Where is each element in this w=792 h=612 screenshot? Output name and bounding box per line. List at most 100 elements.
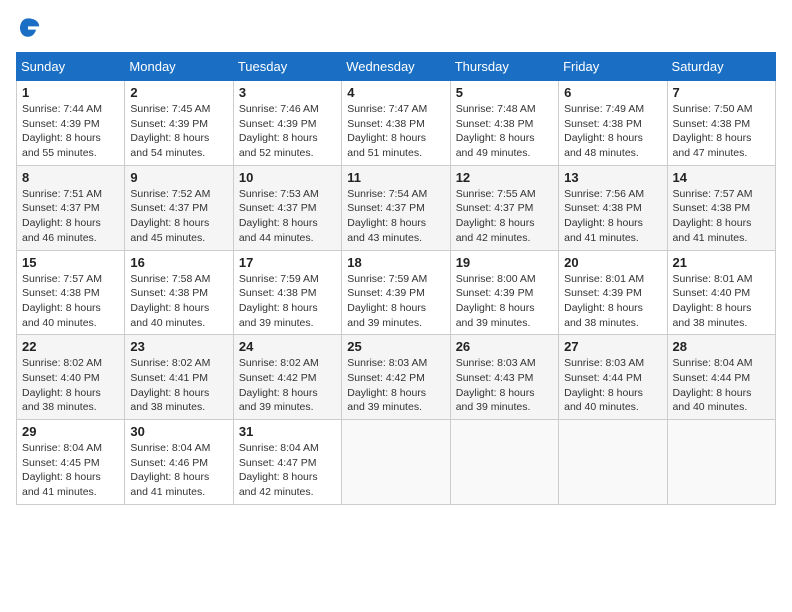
day-detail: Sunrise: 7:59 AM Sunset: 4:38 PM Dayligh…	[239, 272, 336, 331]
day-detail: Sunrise: 7:57 AM Sunset: 4:38 PM Dayligh…	[673, 187, 770, 246]
day-number: 19	[456, 255, 553, 270]
day-number: 29	[22, 424, 119, 439]
calendar-cell: 19 Sunrise: 8:00 AM Sunset: 4:39 PM Dayl…	[450, 250, 558, 335]
day-number: 3	[239, 85, 336, 100]
page-header	[16, 16, 776, 40]
day-detail: Sunrise: 7:52 AM Sunset: 4:37 PM Dayligh…	[130, 187, 227, 246]
calendar-cell	[450, 420, 558, 505]
day-detail: Sunrise: 7:51 AM Sunset: 4:37 PM Dayligh…	[22, 187, 119, 246]
day-detail: Sunrise: 7:47 AM Sunset: 4:38 PM Dayligh…	[347, 102, 444, 161]
calendar-cell: 15 Sunrise: 7:57 AM Sunset: 4:38 PM Dayl…	[17, 250, 125, 335]
day-number: 2	[130, 85, 227, 100]
day-detail: Sunrise: 7:45 AM Sunset: 4:39 PM Dayligh…	[130, 102, 227, 161]
weekday-header-wednesday: Wednesday	[342, 53, 450, 81]
logo	[16, 16, 44, 40]
calendar-cell: 6 Sunrise: 7:49 AM Sunset: 4:38 PM Dayli…	[559, 81, 667, 166]
calendar-cell: 16 Sunrise: 7:58 AM Sunset: 4:38 PM Dayl…	[125, 250, 233, 335]
calendar-cell: 7 Sunrise: 7:50 AM Sunset: 4:38 PM Dayli…	[667, 81, 775, 166]
day-detail: Sunrise: 8:02 AM Sunset: 4:41 PM Dayligh…	[130, 356, 227, 415]
calendar-cell: 28 Sunrise: 8:04 AM Sunset: 4:44 PM Dayl…	[667, 335, 775, 420]
day-detail: Sunrise: 8:04 AM Sunset: 4:44 PM Dayligh…	[673, 356, 770, 415]
calendar-cell: 22 Sunrise: 8:02 AM Sunset: 4:40 PM Dayl…	[17, 335, 125, 420]
day-number: 25	[347, 339, 444, 354]
day-detail: Sunrise: 7:49 AM Sunset: 4:38 PM Dayligh…	[564, 102, 661, 161]
day-detail: Sunrise: 8:01 AM Sunset: 4:39 PM Dayligh…	[564, 272, 661, 331]
calendar-cell: 8 Sunrise: 7:51 AM Sunset: 4:37 PM Dayli…	[17, 165, 125, 250]
day-number: 18	[347, 255, 444, 270]
day-number: 10	[239, 170, 336, 185]
day-number: 23	[130, 339, 227, 354]
day-number: 20	[564, 255, 661, 270]
calendar-cell: 25 Sunrise: 8:03 AM Sunset: 4:42 PM Dayl…	[342, 335, 450, 420]
day-number: 21	[673, 255, 770, 270]
day-number: 27	[564, 339, 661, 354]
day-detail: Sunrise: 8:02 AM Sunset: 4:42 PM Dayligh…	[239, 356, 336, 415]
day-detail: Sunrise: 7:54 AM Sunset: 4:37 PM Dayligh…	[347, 187, 444, 246]
calendar-cell: 26 Sunrise: 8:03 AM Sunset: 4:43 PM Dayl…	[450, 335, 558, 420]
calendar-cell: 17 Sunrise: 7:59 AM Sunset: 4:38 PM Dayl…	[233, 250, 341, 335]
calendar-cell: 2 Sunrise: 7:45 AM Sunset: 4:39 PM Dayli…	[125, 81, 233, 166]
day-detail: Sunrise: 7:59 AM Sunset: 4:39 PM Dayligh…	[347, 272, 444, 331]
day-detail: Sunrise: 8:04 AM Sunset: 4:45 PM Dayligh…	[22, 441, 119, 500]
day-number: 6	[564, 85, 661, 100]
day-detail: Sunrise: 7:58 AM Sunset: 4:38 PM Dayligh…	[130, 272, 227, 331]
calendar-cell: 20 Sunrise: 8:01 AM Sunset: 4:39 PM Dayl…	[559, 250, 667, 335]
day-number: 22	[22, 339, 119, 354]
day-detail: Sunrise: 7:55 AM Sunset: 4:37 PM Dayligh…	[456, 187, 553, 246]
day-detail: Sunrise: 7:57 AM Sunset: 4:38 PM Dayligh…	[22, 272, 119, 331]
day-detail: Sunrise: 8:00 AM Sunset: 4:39 PM Dayligh…	[456, 272, 553, 331]
calendar-cell: 11 Sunrise: 7:54 AM Sunset: 4:37 PM Dayl…	[342, 165, 450, 250]
calendar-cell: 21 Sunrise: 8:01 AM Sunset: 4:40 PM Dayl…	[667, 250, 775, 335]
calendar-cell: 1 Sunrise: 7:44 AM Sunset: 4:39 PM Dayli…	[17, 81, 125, 166]
calendar-table: SundayMondayTuesdayWednesdayThursdayFrid…	[16, 52, 776, 505]
calendar-cell	[342, 420, 450, 505]
day-number: 7	[673, 85, 770, 100]
calendar-cell: 5 Sunrise: 7:48 AM Sunset: 4:38 PM Dayli…	[450, 81, 558, 166]
day-detail: Sunrise: 7:46 AM Sunset: 4:39 PM Dayligh…	[239, 102, 336, 161]
day-number: 1	[22, 85, 119, 100]
day-number: 5	[456, 85, 553, 100]
day-number: 24	[239, 339, 336, 354]
calendar-cell: 14 Sunrise: 7:57 AM Sunset: 4:38 PM Dayl…	[667, 165, 775, 250]
day-number: 11	[347, 170, 444, 185]
day-number: 9	[130, 170, 227, 185]
day-detail: Sunrise: 7:53 AM Sunset: 4:37 PM Dayligh…	[239, 187, 336, 246]
day-number: 8	[22, 170, 119, 185]
day-detail: Sunrise: 7:44 AM Sunset: 4:39 PM Dayligh…	[22, 102, 119, 161]
weekday-header-friday: Friday	[559, 53, 667, 81]
weekday-header-saturday: Saturday	[667, 53, 775, 81]
weekday-header-sunday: Sunday	[17, 53, 125, 81]
day-number: 28	[673, 339, 770, 354]
day-number: 16	[130, 255, 227, 270]
calendar-cell: 24 Sunrise: 8:02 AM Sunset: 4:42 PM Dayl…	[233, 335, 341, 420]
calendar-cell	[667, 420, 775, 505]
calendar-cell: 4 Sunrise: 7:47 AM Sunset: 4:38 PM Dayli…	[342, 81, 450, 166]
calendar-cell: 10 Sunrise: 7:53 AM Sunset: 4:37 PM Dayl…	[233, 165, 341, 250]
calendar-cell: 18 Sunrise: 7:59 AM Sunset: 4:39 PM Dayl…	[342, 250, 450, 335]
calendar-cell: 29 Sunrise: 8:04 AM Sunset: 4:45 PM Dayl…	[17, 420, 125, 505]
calendar-cell: 9 Sunrise: 7:52 AM Sunset: 4:37 PM Dayli…	[125, 165, 233, 250]
day-detail: Sunrise: 8:03 AM Sunset: 4:44 PM Dayligh…	[564, 356, 661, 415]
day-detail: Sunrise: 7:48 AM Sunset: 4:38 PM Dayligh…	[456, 102, 553, 161]
day-detail: Sunrise: 8:03 AM Sunset: 4:43 PM Dayligh…	[456, 356, 553, 415]
day-number: 30	[130, 424, 227, 439]
day-number: 12	[456, 170, 553, 185]
day-detail: Sunrise: 8:01 AM Sunset: 4:40 PM Dayligh…	[673, 272, 770, 331]
day-number: 31	[239, 424, 336, 439]
weekday-header-monday: Monday	[125, 53, 233, 81]
day-number: 4	[347, 85, 444, 100]
day-number: 14	[673, 170, 770, 185]
calendar-cell: 31 Sunrise: 8:04 AM Sunset: 4:47 PM Dayl…	[233, 420, 341, 505]
calendar-cell	[559, 420, 667, 505]
calendar-cell: 27 Sunrise: 8:03 AM Sunset: 4:44 PM Dayl…	[559, 335, 667, 420]
calendar-cell: 12 Sunrise: 7:55 AM Sunset: 4:37 PM Dayl…	[450, 165, 558, 250]
day-detail: Sunrise: 7:56 AM Sunset: 4:38 PM Dayligh…	[564, 187, 661, 246]
day-detail: Sunrise: 8:03 AM Sunset: 4:42 PM Dayligh…	[347, 356, 444, 415]
day-detail: Sunrise: 8:02 AM Sunset: 4:40 PM Dayligh…	[22, 356, 119, 415]
weekday-header-thursday: Thursday	[450, 53, 558, 81]
calendar-cell: 3 Sunrise: 7:46 AM Sunset: 4:39 PM Dayli…	[233, 81, 341, 166]
calendar-cell: 13 Sunrise: 7:56 AM Sunset: 4:38 PM Dayl…	[559, 165, 667, 250]
weekday-header-tuesday: Tuesday	[233, 53, 341, 81]
day-number: 26	[456, 339, 553, 354]
calendar-cell: 30 Sunrise: 8:04 AM Sunset: 4:46 PM Dayl…	[125, 420, 233, 505]
